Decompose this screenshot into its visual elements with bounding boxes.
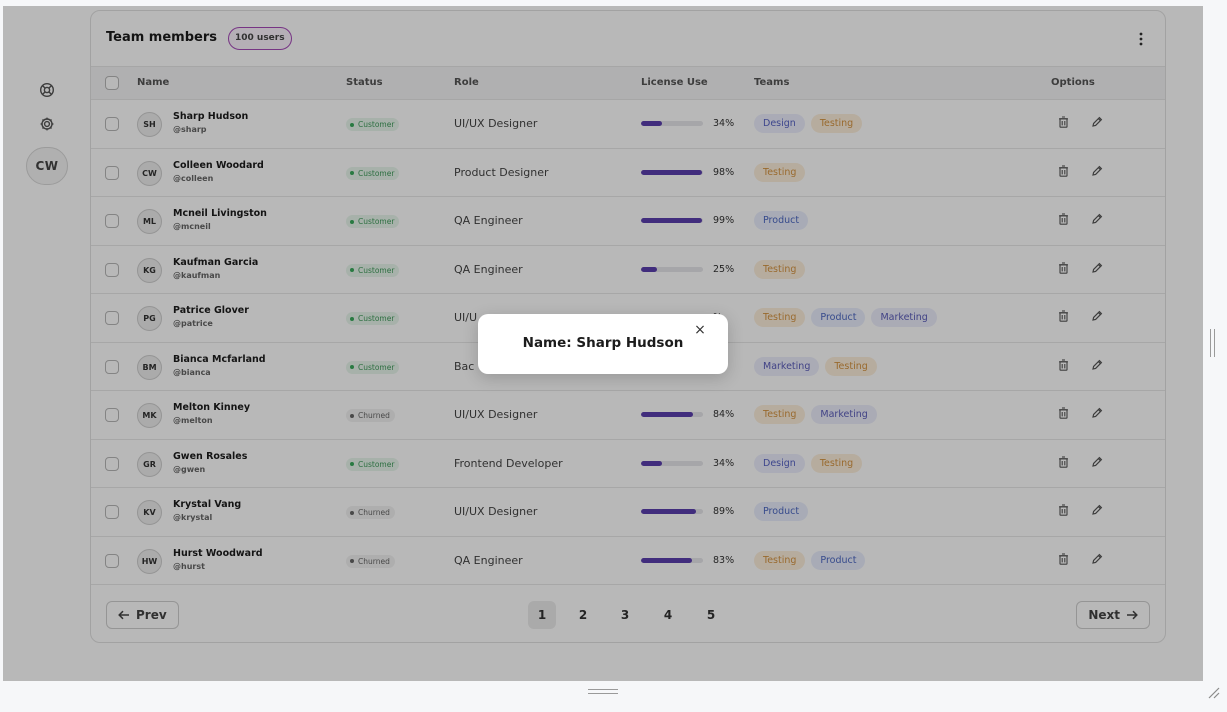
resize-grip-icon[interactable] — [1207, 686, 1221, 700]
popup-text: Name: Sharp Hudson — [522, 335, 684, 351]
name-popup: Name: Sharp Hudson × — [478, 314, 728, 374]
bottom-resize-strip — [0, 681, 1227, 712]
horizontal-resize-handle[interactable] — [588, 689, 618, 694]
close-icon[interactable]: × — [693, 322, 707, 338]
vertical-resize-handle[interactable] — [1210, 329, 1215, 357]
app-stage: CW Team members 100 users Name Status Ro… — [3, 6, 1203, 681]
